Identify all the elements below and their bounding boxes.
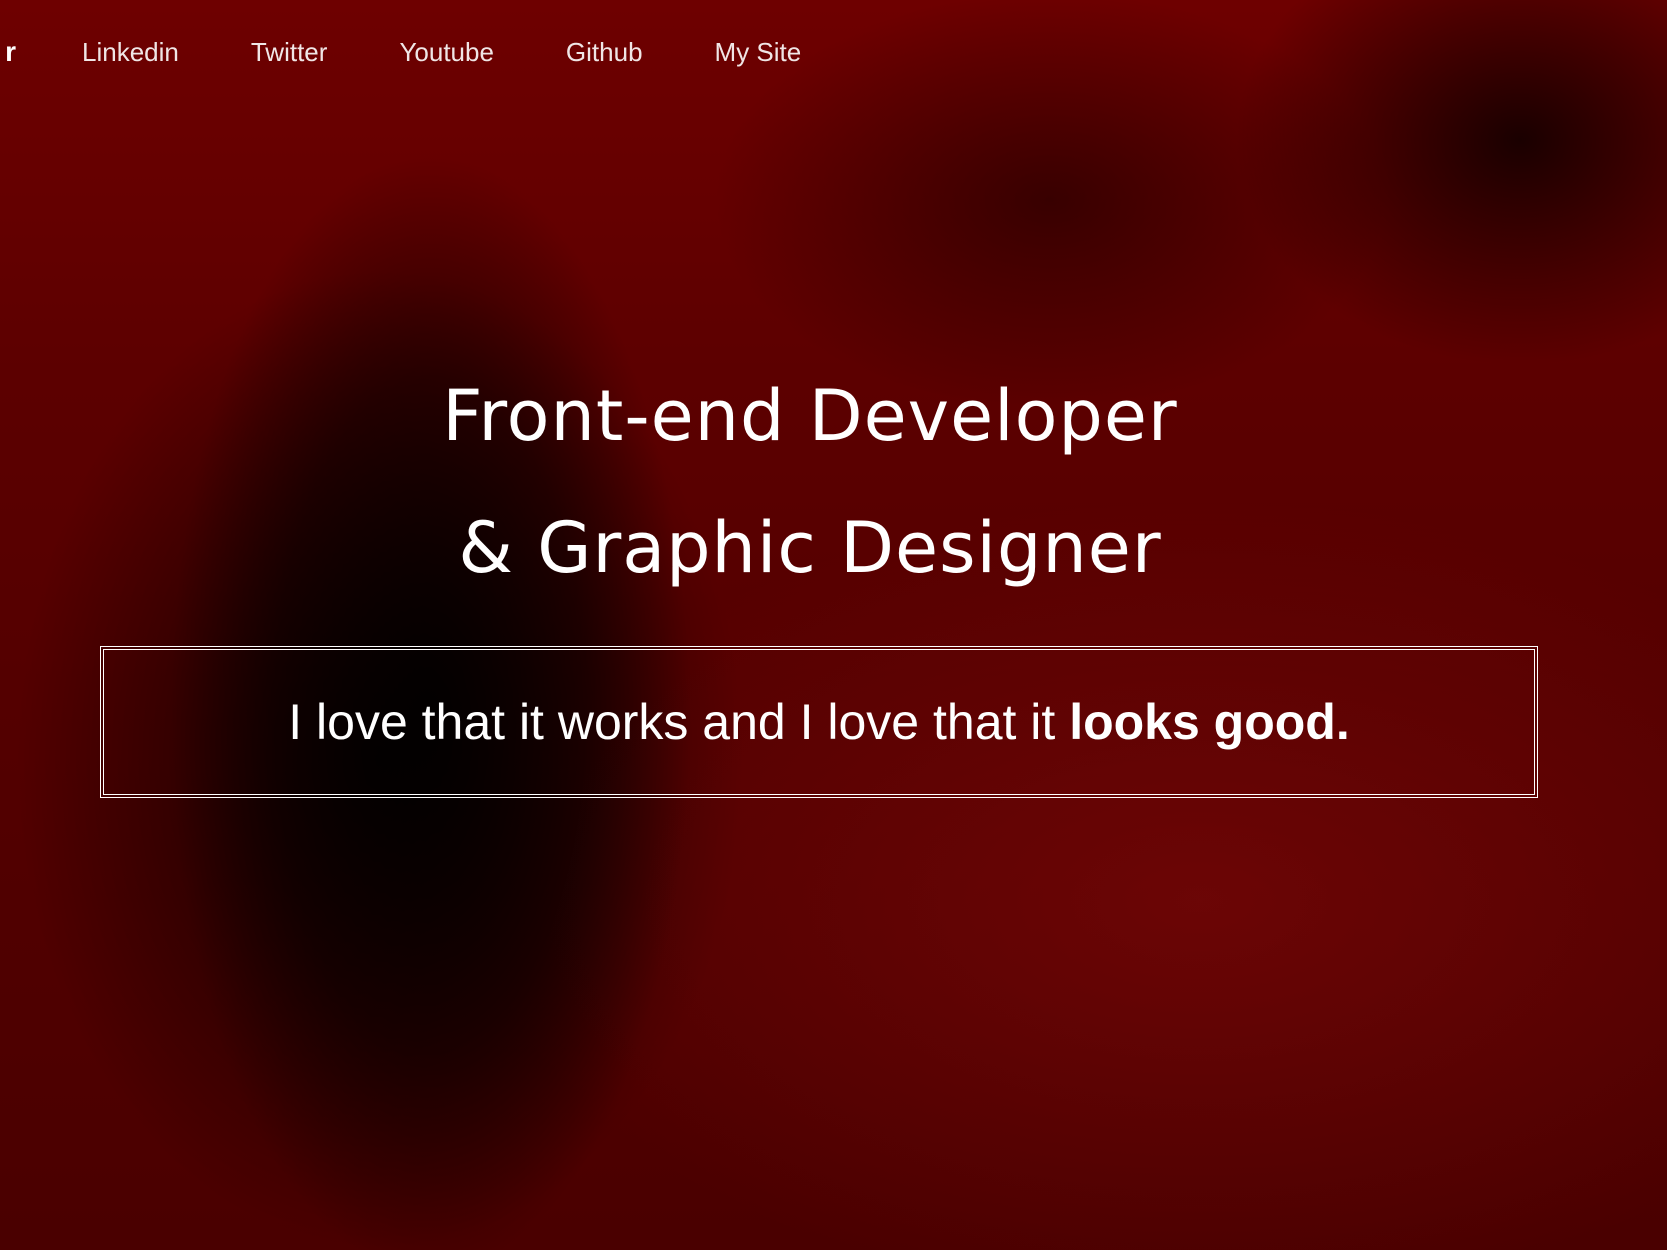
- nav-link-youtube[interactable]: Youtube: [399, 30, 493, 74]
- top-navigation: Linkedin Twitter Youtube Github My Site: [82, 30, 873, 74]
- tagline-bold-text: looks good.: [1069, 694, 1350, 750]
- nav-link-twitter[interactable]: Twitter: [251, 30, 328, 74]
- hero-headline: Front-end Developer & Graphic Designer: [0, 350, 1620, 614]
- headline-line-2: & Graphic Designer: [458, 507, 1162, 589]
- tagline-box: I love that it works and I love that it …: [100, 646, 1538, 798]
- nav-brand[interactable]: r: [0, 30, 16, 74]
- nav-link-linkedin[interactable]: Linkedin: [82, 30, 179, 74]
- nav-link-github[interactable]: Github: [566, 30, 643, 74]
- tagline-regular-text: I love that it works and I love that it: [288, 694, 1070, 750]
- nav-link-my-site[interactable]: My Site: [715, 30, 802, 74]
- headline-line-1: Front-end Developer: [442, 375, 1178, 457]
- tagline: I love that it works and I love that it …: [288, 693, 1349, 751]
